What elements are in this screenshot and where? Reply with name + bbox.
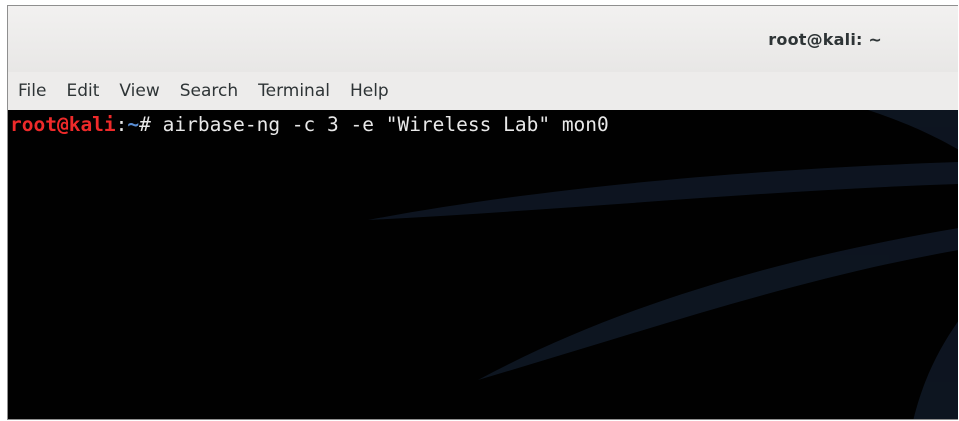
prompt-user: root@kali: [10, 113, 116, 136]
prompt-path: ~: [127, 113, 140, 136]
menu-terminal[interactable]: Terminal: [256, 77, 332, 105]
prompt-line: root@kali:~# airbase-ng -c 3 -e "Wireles…: [10, 113, 609, 137]
prompt-colon: :: [115, 113, 128, 136]
menu-view[interactable]: View: [117, 77, 161, 105]
menu-file[interactable]: File: [16, 77, 48, 105]
menu-help[interactable]: Help: [348, 77, 391, 105]
title-bar[interactable]: root@kali: ~: [8, 6, 958, 72]
command-text: airbase-ng -c 3 -e "Wireless Lab" mon0: [162, 113, 609, 136]
kali-dragon-watermark: [368, 110, 958, 419]
window-title: root@kali: ~: [768, 30, 882, 49]
menu-edit[interactable]: Edit: [64, 77, 101, 105]
prompt-symbol: #: [139, 113, 163, 136]
terminal-output[interactable]: root@kali:~# airbase-ng -c 3 -e "Wireles…: [8, 110, 958, 419]
menu-search[interactable]: Search: [178, 77, 240, 105]
terminal-window: root@kali: ~ File Edit View Search Termi…: [7, 5, 958, 420]
menu-bar: File Edit View Search Terminal Help: [8, 72, 958, 110]
